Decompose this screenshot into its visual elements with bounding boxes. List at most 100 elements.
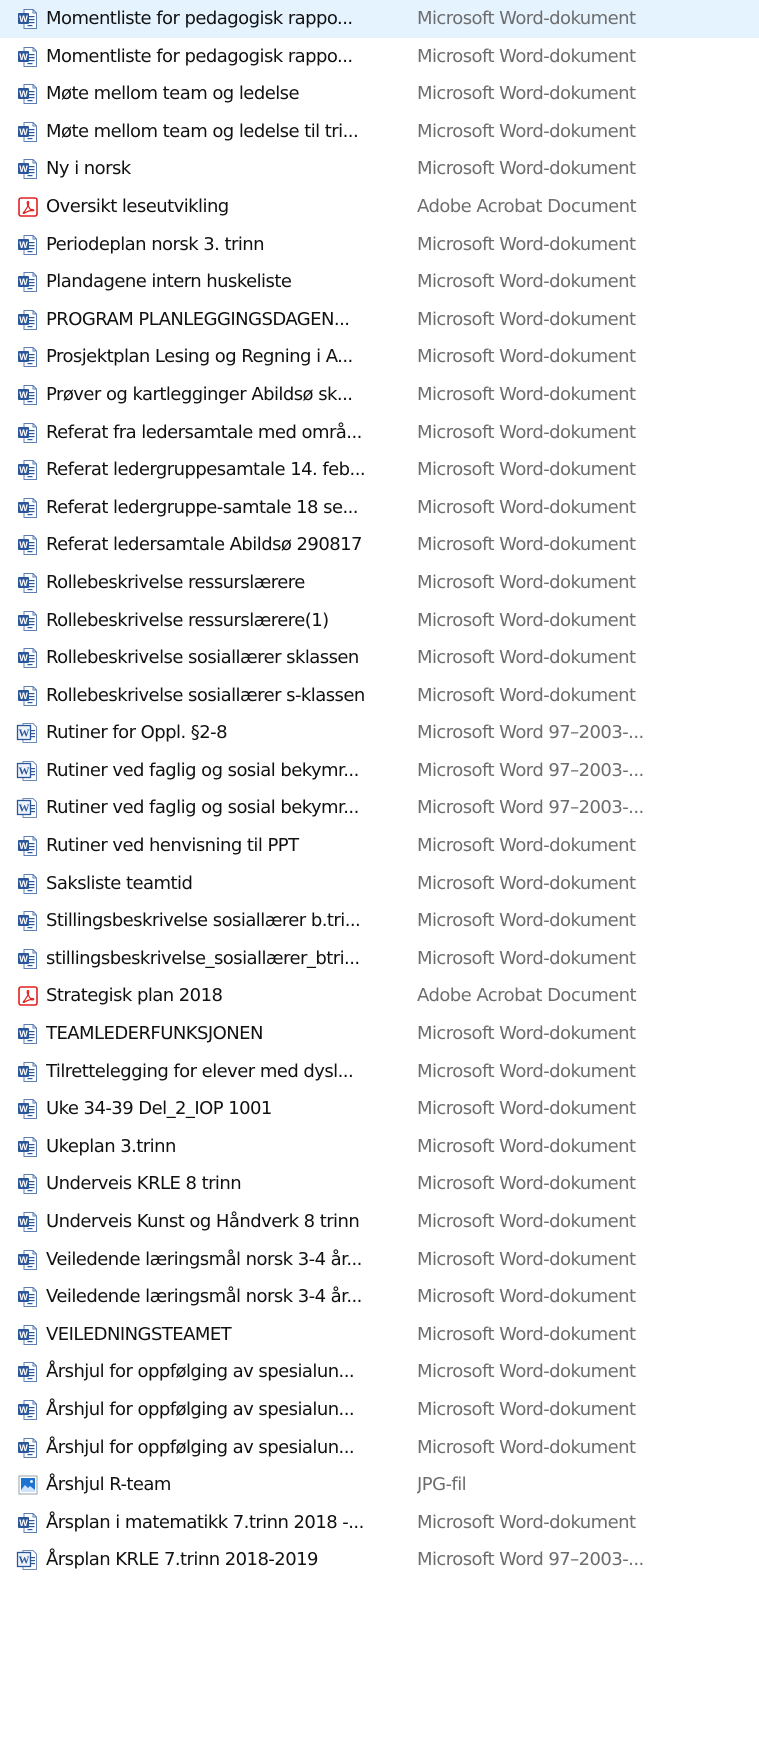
file-name: Møte mellom team og ledelse xyxy=(46,83,300,105)
word-docx-icon: W xyxy=(16,1285,40,1309)
file-row[interactable]: W Momentliste for pedagogisk rappo... Mi… xyxy=(0,0,759,38)
file-row[interactable]: W Tilrettelegging for elever med dysl...… xyxy=(0,1053,759,1091)
pdf-icon xyxy=(16,195,40,219)
file-row[interactable]: W Ny i norsk Microsoft Word-dokument xyxy=(0,150,759,188)
file-type: Microsoft Word-dokument xyxy=(417,609,636,631)
svg-text:W: W xyxy=(19,427,28,437)
file-row[interactable]: W Rollebeskrivelse ressurslærere(1) Micr… xyxy=(0,602,759,640)
file-row[interactable]: W Ukeplan 3.trinn Microsoft Word-dokumen… xyxy=(0,1128,759,1166)
file-type: Microsoft Word-dokument xyxy=(417,1511,636,1533)
file-row[interactable]: W Prosjektplan Lesing og Regning i A... … xyxy=(0,338,759,376)
word-docx-icon: W xyxy=(16,1022,40,1046)
word-docx-icon: W xyxy=(16,345,40,369)
file-row[interactable]: W Referat fra ledersamtale med områ... M… xyxy=(0,414,759,452)
file-row[interactable]: W TEAMLEDERFUNKSJONEN Microsoft Word-dok… xyxy=(0,1015,759,1053)
file-row[interactable]: W Rollebeskrivelse sosiallærer s-klassen… xyxy=(0,677,759,715)
file-type: Microsoft Word 97–2003-... xyxy=(417,759,644,781)
file-name: Referat ledergruppe-samtale 18 se... xyxy=(46,496,359,518)
svg-text:W: W xyxy=(19,765,30,777)
file-name: Veiledende læringsmål norsk 3-4 år... xyxy=(46,1248,362,1270)
word-docx-icon: W xyxy=(16,1398,40,1422)
word-docx-icon: W xyxy=(16,1323,40,1347)
file-row[interactable]: W Referat ledergruppesamtale 14. feb... … xyxy=(0,451,759,489)
image-jpg-icon xyxy=(16,1473,40,1497)
file-name: Underveis Kunst og Håndverk 8 trinn xyxy=(46,1211,360,1232)
file-row[interactable]: Årshjul R-team JPG-fil xyxy=(0,1466,759,1504)
svg-text:W: W xyxy=(19,1518,28,1528)
file-name: Årshjul for oppfølging av spesialun... xyxy=(46,1436,355,1458)
svg-text:W: W xyxy=(19,841,28,851)
file-row[interactable]: W Underveis Kunst og Håndverk 8 trinn Mi… xyxy=(0,1203,759,1241)
file-type: Microsoft Word-dokument xyxy=(417,571,636,593)
file-type: Microsoft Word-dokument xyxy=(417,1361,636,1383)
file-row[interactable]: W VEILEDNINGSTEAMET Microsoft Word-dokum… xyxy=(0,1316,759,1354)
word-doc-legacy-icon: W xyxy=(16,1548,40,1572)
svg-text:W: W xyxy=(19,615,28,625)
file-row[interactable]: W Uke 34-39 Del_2_IOP 1001 Microsoft Wor… xyxy=(0,1090,759,1128)
file-row[interactable]: W Møte mellom team og ledelse Microsoft … xyxy=(0,75,759,113)
file-type: Microsoft Word-dokument xyxy=(417,1436,636,1458)
file-row[interactable]: W Periodeplan norsk 3. trinn Microsoft W… xyxy=(0,226,759,264)
file-row[interactable]: Oversikt leseutvikling Adobe Acrobat Doc… xyxy=(0,188,759,226)
file-row[interactable]: W Veiledende læringsmål norsk 3-4 år... … xyxy=(0,1241,759,1279)
pdf-icon xyxy=(16,984,40,1008)
svg-text:W: W xyxy=(19,954,28,964)
word-docx-icon: W xyxy=(16,120,40,144)
file-name: Rutiner ved faglig og sosial bekymr... xyxy=(46,759,359,781)
svg-text:W: W xyxy=(19,127,28,137)
file-row[interactable]: W PROGRAM PLANLEGGINGSDAGEN... Microsoft… xyxy=(0,301,759,339)
file-row[interactable]: W Årsplan i matematikk 7.trinn 2018 -...… xyxy=(0,1504,759,1542)
svg-text:W: W xyxy=(19,277,28,287)
file-name: Rollebeskrivelse ressurslærere xyxy=(46,571,305,593)
file-row[interactable]: W Rutiner ved faglig og sosial bekymr...… xyxy=(0,752,759,790)
file-type: Microsoft Word 97–2003-... xyxy=(417,722,644,744)
svg-text:W: W xyxy=(19,1367,28,1377)
word-docx-icon: W xyxy=(16,458,40,482)
file-row[interactable]: Strategisk plan 2018 Adobe Acrobat Docum… xyxy=(0,977,759,1015)
file-row[interactable]: W Veiledende læringsmål norsk 3-4 år... … xyxy=(0,1278,759,1316)
file-row[interactable]: W Møte mellom team og ledelse til tri...… xyxy=(0,113,759,151)
word-docx-icon: W xyxy=(16,684,40,708)
file-name: Oversikt leseutvikling xyxy=(46,195,229,217)
file-type: Microsoft Word-dokument xyxy=(417,346,636,368)
file-row[interactable]: W Årshjul for oppfølging av spesialun...… xyxy=(0,1391,759,1429)
file-row[interactable]: W Underveis KRLE 8 trinn Microsoft Word-… xyxy=(0,1165,759,1203)
file-type: Microsoft Word-dokument xyxy=(417,8,636,29)
word-docx-icon: W xyxy=(16,157,40,181)
file-row[interactable]: W Referat ledergruppe-samtale 18 se... M… xyxy=(0,489,759,527)
file-row[interactable]: W Rutiner ved faglig og sosial bekymr...… xyxy=(0,789,759,827)
file-row[interactable]: W Årshjul for oppfølging av spesialun...… xyxy=(0,1353,759,1391)
file-type: Adobe Acrobat Document xyxy=(417,985,637,1007)
file-row[interactable]: W stillingsbeskrivelse_sosiallærer_btri.… xyxy=(0,940,759,978)
file-type: Microsoft Word-dokument xyxy=(417,496,636,518)
file-row[interactable]: W Årsplan KRLE 7.trinn 2018-2019 Microso… xyxy=(0,1541,759,1579)
file-row[interactable]: W Referat ledersamtale Abildsø 290817 Mi… xyxy=(0,526,759,564)
file-row[interactable]: W Momentliste for pedagogisk rappo... Mi… xyxy=(0,38,759,76)
file-name: Periodeplan norsk 3. trinn xyxy=(46,233,265,255)
file-type: Microsoft Word-dokument xyxy=(417,1323,636,1345)
svg-text:W: W xyxy=(19,1217,28,1227)
file-row[interactable]: W Saksliste teamtid Microsoft Word-dokum… xyxy=(0,865,759,903)
file-name: Rollebeskrivelse ressurslærere(1) xyxy=(46,609,329,631)
word-doc-legacy-icon: W xyxy=(16,721,40,745)
svg-text:W: W xyxy=(19,1066,28,1076)
file-type: Microsoft Word-dokument xyxy=(417,647,636,669)
file-type: Microsoft Word-dokument xyxy=(417,910,636,932)
word-docx-icon: W xyxy=(16,571,40,595)
file-row[interactable]: W Rollebeskrivelse sosiallærer sklassen … xyxy=(0,639,759,677)
svg-text:W: W xyxy=(19,390,28,400)
word-docx-icon: W xyxy=(16,1360,40,1384)
file-row[interactable]: W Rutiner ved henvisning til PPT Microso… xyxy=(0,827,759,865)
file-row[interactable]: W Stillingsbeskrivelse sosiallærer b.tri… xyxy=(0,902,759,940)
file-row[interactable]: W Årshjul for oppfølging av spesialun...… xyxy=(0,1429,759,1467)
file-name: Årsplan KRLE 7.trinn 2018-2019 xyxy=(46,1549,318,1571)
file-row[interactable]: W Rollebeskrivelse ressurslærere Microso… xyxy=(0,564,759,602)
file-type: Microsoft Word-dokument xyxy=(417,421,636,443)
file-row[interactable]: W Prøver og kartlegginger Abildsø sk... … xyxy=(0,376,759,414)
file-type: Microsoft Word 97–2003-... xyxy=(417,1549,644,1571)
file-name: Referat ledersamtale Abildsø 290817 xyxy=(46,534,363,556)
file-row[interactable]: W Plandagene intern huskeliste Microsoft… xyxy=(0,263,759,301)
svg-text:W: W xyxy=(19,878,28,888)
svg-text:W: W xyxy=(19,1179,28,1189)
file-row[interactable]: W Rutiner for Oppl. §2-8 Microsoft Word … xyxy=(0,714,759,752)
